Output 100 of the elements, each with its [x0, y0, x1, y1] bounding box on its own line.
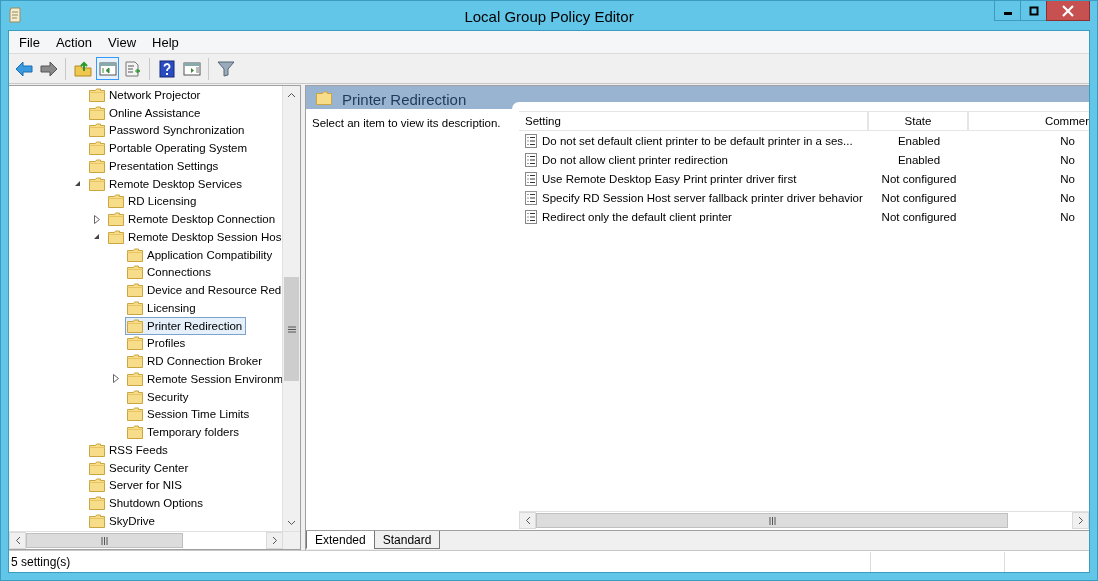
tree-item[interactable]: Password Synchronization	[87, 121, 249, 140]
folder-icon	[89, 442, 105, 457]
folder-icon	[127, 247, 143, 262]
horizontal-scrollbar[interactable]	[519, 511, 1089, 529]
setting-row[interactable]: Redirect only the default client printer Not configured No	[519, 207, 1089, 226]
folder-icon	[108, 229, 124, 244]
folder-icon	[127, 354, 143, 369]
table-cell: Use Remote Desktop Easy Print printer driver first	[542, 172, 797, 185]
grip-icon	[768, 516, 776, 525]
table-cell-text: Enabled	[896, 133, 942, 149]
tree-item[interactable]: Remote Desktop Connection	[106, 210, 280, 229]
folder-icon	[127, 407, 143, 422]
folder-icon	[127, 371, 143, 386]
table-cell-text: No	[1059, 190, 1076, 206]
table-cell-text: No	[1059, 133, 1076, 149]
collapse-arrow-icon[interactable]	[74, 180, 81, 188]
folder-icon	[127, 283, 143, 298]
tree-item[interactable]: Application Compatibility	[125, 245, 277, 264]
tree-item[interactable]: Network Projector	[87, 86, 205, 104]
column-header[interactable]: State	[869, 112, 969, 130]
tree-item[interactable]: Temporary folders	[125, 423, 244, 442]
minimize-button[interactable]	[994, 1, 1021, 21]
table-cell: Do not set default client printer to be default printer in a ses...	[542, 134, 853, 147]
app-icon	[8, 6, 22, 25]
view-tab[interactable]: Standard	[373, 531, 441, 549]
setting-icon	[525, 171, 537, 186]
folder-icon	[127, 318, 143, 333]
scroll-down-icon[interactable]	[287, 519, 296, 526]
horizontal-scrollbar[interactable]	[9, 531, 300, 549]
tree-item[interactable]: Remote Session Environm	[125, 369, 282, 388]
close-button[interactable]	[1046, 1, 1090, 21]
menu-item[interactable]: Action	[47, 34, 101, 50]
folder-icon	[127, 300, 143, 315]
window-title: Local Group Policy Editor	[464, 7, 634, 25]
expand-arrow-icon[interactable]	[112, 374, 119, 384]
table-cell-text: Not configured	[880, 171, 958, 187]
menu-item[interactable]: View	[100, 34, 145, 50]
description-text: Select an item to view its description.	[312, 117, 501, 129]
tree-item[interactable]: RSS Feeds	[87, 440, 172, 459]
tree-item[interactable]: SkyDrive	[87, 511, 159, 530]
folder-icon	[89, 105, 105, 120]
tree-item[interactable]: Session Time Limits	[125, 405, 254, 424]
column-header[interactable]: Setting	[519, 112, 869, 130]
tree-item[interactable]: Security	[125, 387, 193, 406]
setting-icon	[525, 190, 537, 205]
table-cell-text: Not configured	[880, 209, 958, 225]
column-header[interactable]: Commer	[969, 112, 1089, 130]
tree-item[interactable]: Connections	[125, 263, 215, 282]
setting-row[interactable]: Do not allow client printer redirection Enabled No	[519, 150, 1089, 169]
scroll-right-icon[interactable]	[1077, 516, 1084, 525]
scroll-right-icon[interactable]	[271, 536, 278, 545]
status-text: 5 setting(s)	[10, 554, 72, 569]
folder-icon	[89, 87, 105, 102]
view-tab[interactable]: Extended	[306, 531, 375, 549]
tree-item[interactable]: RD Licensing	[106, 192, 201, 211]
folder-icon	[127, 389, 143, 404]
tree-item[interactable]: Security Center	[87, 458, 193, 477]
folder-icon	[89, 460, 105, 475]
folder-icon	[89, 123, 105, 138]
tree-item[interactable]: Presentation Settings	[87, 156, 223, 175]
tree-item[interactable]: Printer Redirection	[125, 316, 247, 335]
table-cell: Do not allow client printer redirection	[542, 153, 728, 166]
tree-button[interactable]	[96, 57, 119, 80]
setting-icon	[525, 152, 537, 167]
tree-item[interactable]: Online Assistance	[87, 103, 205, 122]
scroll-left-icon[interactable]	[14, 536, 21, 545]
menu-item[interactable]: File	[11, 34, 48, 50]
setting-icon	[525, 133, 537, 148]
table-cell-text: Enabled	[896, 152, 942, 168]
table-cell-text: Not configured	[880, 190, 958, 206]
tree-item[interactable]: Licensing	[125, 298, 200, 317]
setting-row[interactable]: Specify RD Session Host server fallback printer driver behavior Not configured No	[519, 188, 1089, 207]
folder-icon	[89, 513, 105, 528]
vertical-scrollbar[interactable]	[282, 86, 300, 531]
scroll-up-icon[interactable]	[287, 91, 296, 98]
folder-icon	[127, 265, 143, 280]
tree-item[interactable]: Shutdown Options	[87, 494, 207, 513]
setting-row[interactable]: Use Remote Desktop Easy Print printer driver first Not configured No	[519, 169, 1089, 188]
tree-item[interactable]: Remote Desktop Services	[87, 174, 246, 193]
folder-icon	[127, 425, 143, 440]
folder-icon	[108, 194, 124, 209]
tree-item[interactable]: Remote Desktop Session Hos	[106, 227, 282, 246]
tree-item[interactable]: Server for NIS	[87, 476, 186, 495]
setting-row[interactable]: Do not set default client printer to be default printer in a ses... Enabled No	[519, 131, 1089, 150]
table-cell-text: No	[1059, 171, 1076, 187]
tree-item[interactable]: Portable Operating System	[87, 139, 252, 158]
folder-icon	[89, 158, 105, 173]
collapse-arrow-icon[interactable]	[93, 233, 100, 241]
expand-arrow-icon[interactable]	[93, 214, 100, 224]
scroll-left-icon[interactable]	[524, 516, 531, 525]
tree-item[interactable]: RD Connection Broker	[125, 352, 267, 371]
pane-title: Printer Redirection	[342, 91, 467, 109]
maximize-icon	[1028, 5, 1039, 16]
tree-item[interactable]: Device and Resource Red	[125, 281, 282, 300]
menu-item[interactable]: Help	[144, 34, 187, 50]
tree-item[interactable]: Profiles	[125, 334, 190, 353]
folder-icon	[108, 212, 124, 227]
folder-icon	[316, 91, 332, 105]
minimize-icon	[1003, 12, 1012, 15]
folder-icon	[89, 176, 105, 191]
